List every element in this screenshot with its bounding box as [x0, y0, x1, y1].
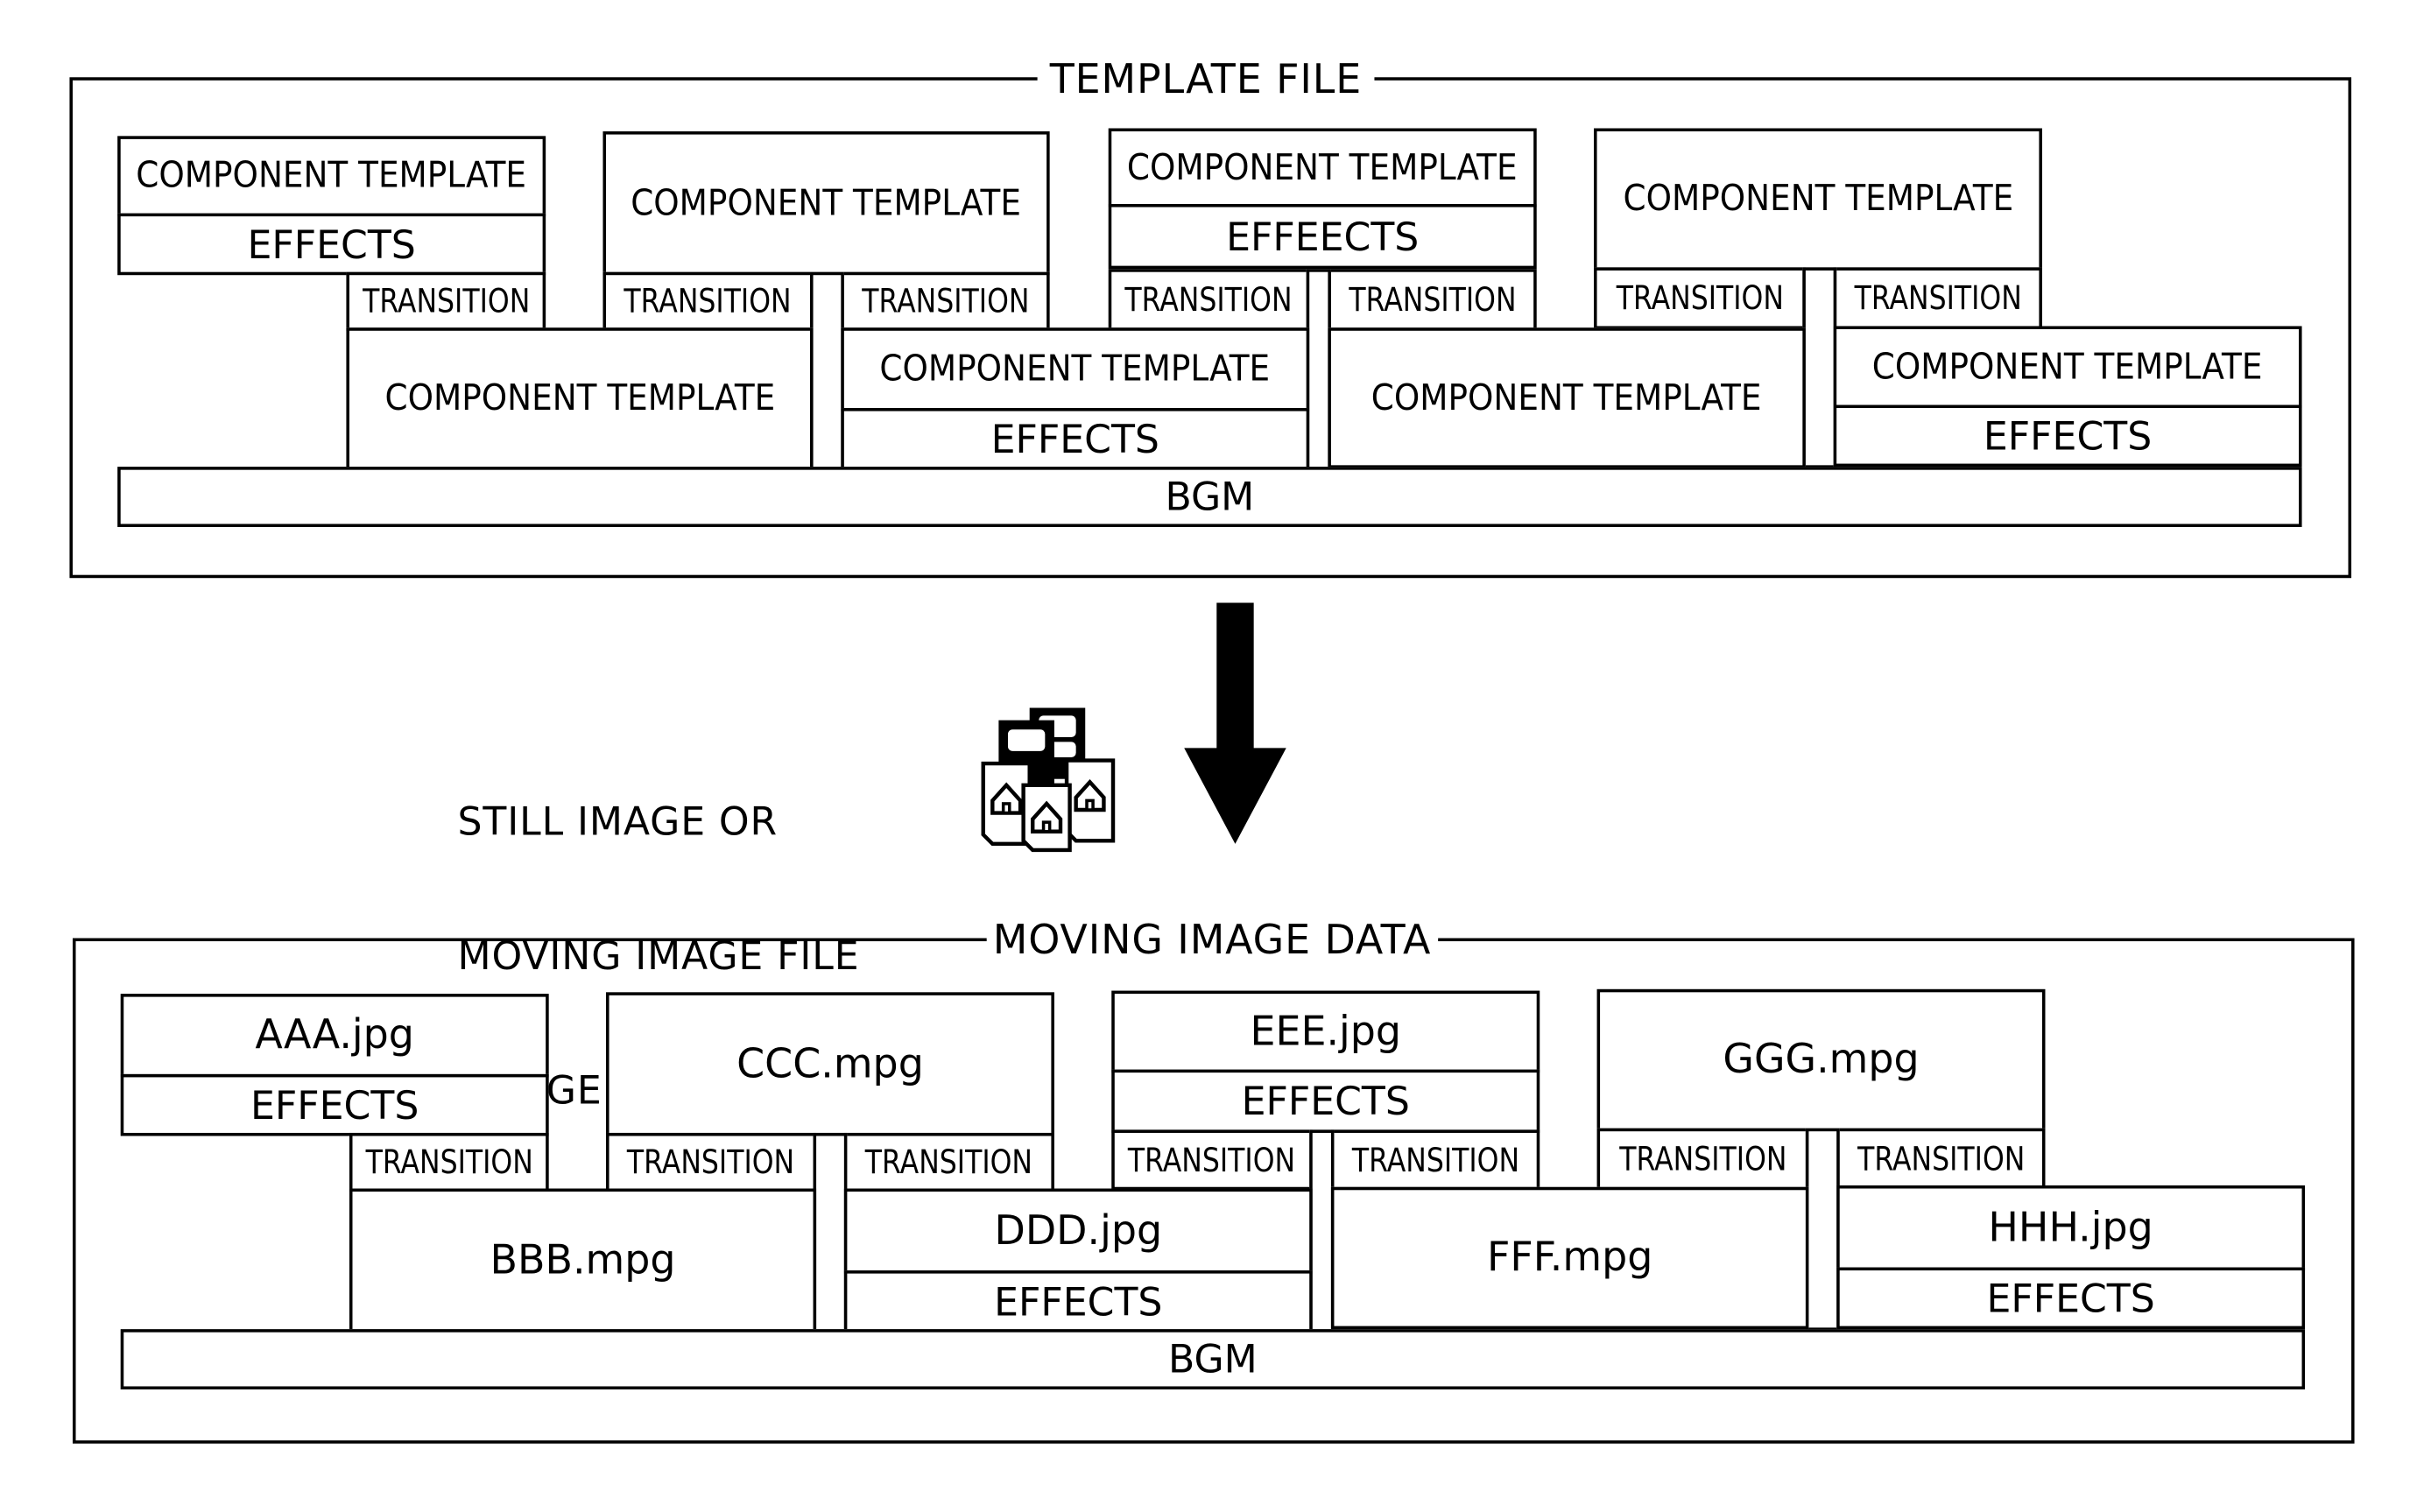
component-template-7: COMPONENT TEMPLATE	[1594, 128, 2042, 271]
transition-3: TRANSITION	[843, 1132, 1054, 1192]
image-component-ccc: CCC.mpg	[605, 992, 1054, 1136]
connector-bar	[810, 271, 844, 470]
image-component-fff: FFF.mpg	[1330, 1186, 1809, 1330]
component-template-1: COMPONENT TEMPLATE	[117, 136, 546, 217]
image-component-ddd: DDD.jpg	[843, 1188, 1313, 1274]
transition-4: TRANSITION	[1108, 269, 1310, 331]
transition-6: TRANSITION	[1594, 267, 1806, 330]
effects-1: EFFECTS	[120, 1073, 549, 1136]
transition-3: TRANSITION	[841, 271, 1050, 331]
label-line-1: STILL IMAGE OR	[457, 798, 779, 844]
image-component-aaa: AAA.jpg	[120, 994, 549, 1078]
image-files-icon	[981, 707, 1116, 853]
template-file-title: TEMPLATE FILE	[1037, 57, 1375, 104]
image-component-bbb: BBB.mpg	[349, 1188, 817, 1333]
transition-1: TRANSITION	[346, 271, 546, 331]
connector-bar	[813, 1132, 848, 1333]
component-template-2: COMPONENT TEMPLATE	[346, 327, 814, 470]
transition-1: TRANSITION	[349, 1132, 549, 1192]
moving-image-data-title: MOVING IMAGE DATA	[986, 918, 1438, 965]
image-component-hhh: HHH.jpg	[1836, 1185, 2306, 1271]
effects-5: EFFECTS	[1111, 1069, 1540, 1133]
component-template-8: COMPONENT TEMPLATE	[1833, 326, 2302, 409]
down-arrow-icon	[1184, 602, 1286, 844]
effects-4: EFFECTS	[843, 1270, 1313, 1333]
transition-7: TRANSITION	[1833, 267, 2042, 330]
connector-bar	[1802, 267, 1837, 468]
component-template-5: COMPONENT TEMPLATE	[1108, 128, 1537, 207]
transition-5: TRANSITION	[1330, 1129, 1540, 1191]
connector-bar	[1805, 1128, 1840, 1331]
effects-8: EFFECTS	[1836, 1267, 2306, 1330]
component-template-4: COMPONENT TEMPLATE	[841, 327, 1310, 411]
effects-8: EFFECTS	[1833, 404, 2302, 468]
transition-4: TRANSITION	[1111, 1129, 1313, 1191]
transition-6: TRANSITION	[1596, 1128, 1809, 1191]
effects-1: EFFECTS	[117, 213, 546, 276]
transition-5: TRANSITION	[1328, 269, 1537, 331]
bgm-track: BGM	[117, 467, 2302, 527]
image-component-eee: EEE.jpg	[1111, 990, 1540, 1073]
transition-2: TRANSITION	[605, 1132, 817, 1192]
component-template-3: COMPONENT TEMPLATE	[602, 131, 1050, 276]
component-template-6: COMPONENT TEMPLATE	[1328, 327, 1806, 468]
bgm-track: BGM	[120, 1329, 2306, 1390]
image-component-ggg: GGG.mpg	[1596, 988, 2046, 1132]
effects-5: EFFEECTS	[1108, 204, 1537, 270]
transition-2: TRANSITION	[602, 271, 814, 331]
diagram: TEMPLATE FILE COMPONENT TEMPLATE EFFECTS…	[0, 0, 2424, 1511]
effects-4: EFFECTS	[841, 408, 1310, 470]
transition-7: TRANSITION	[1836, 1128, 2046, 1191]
